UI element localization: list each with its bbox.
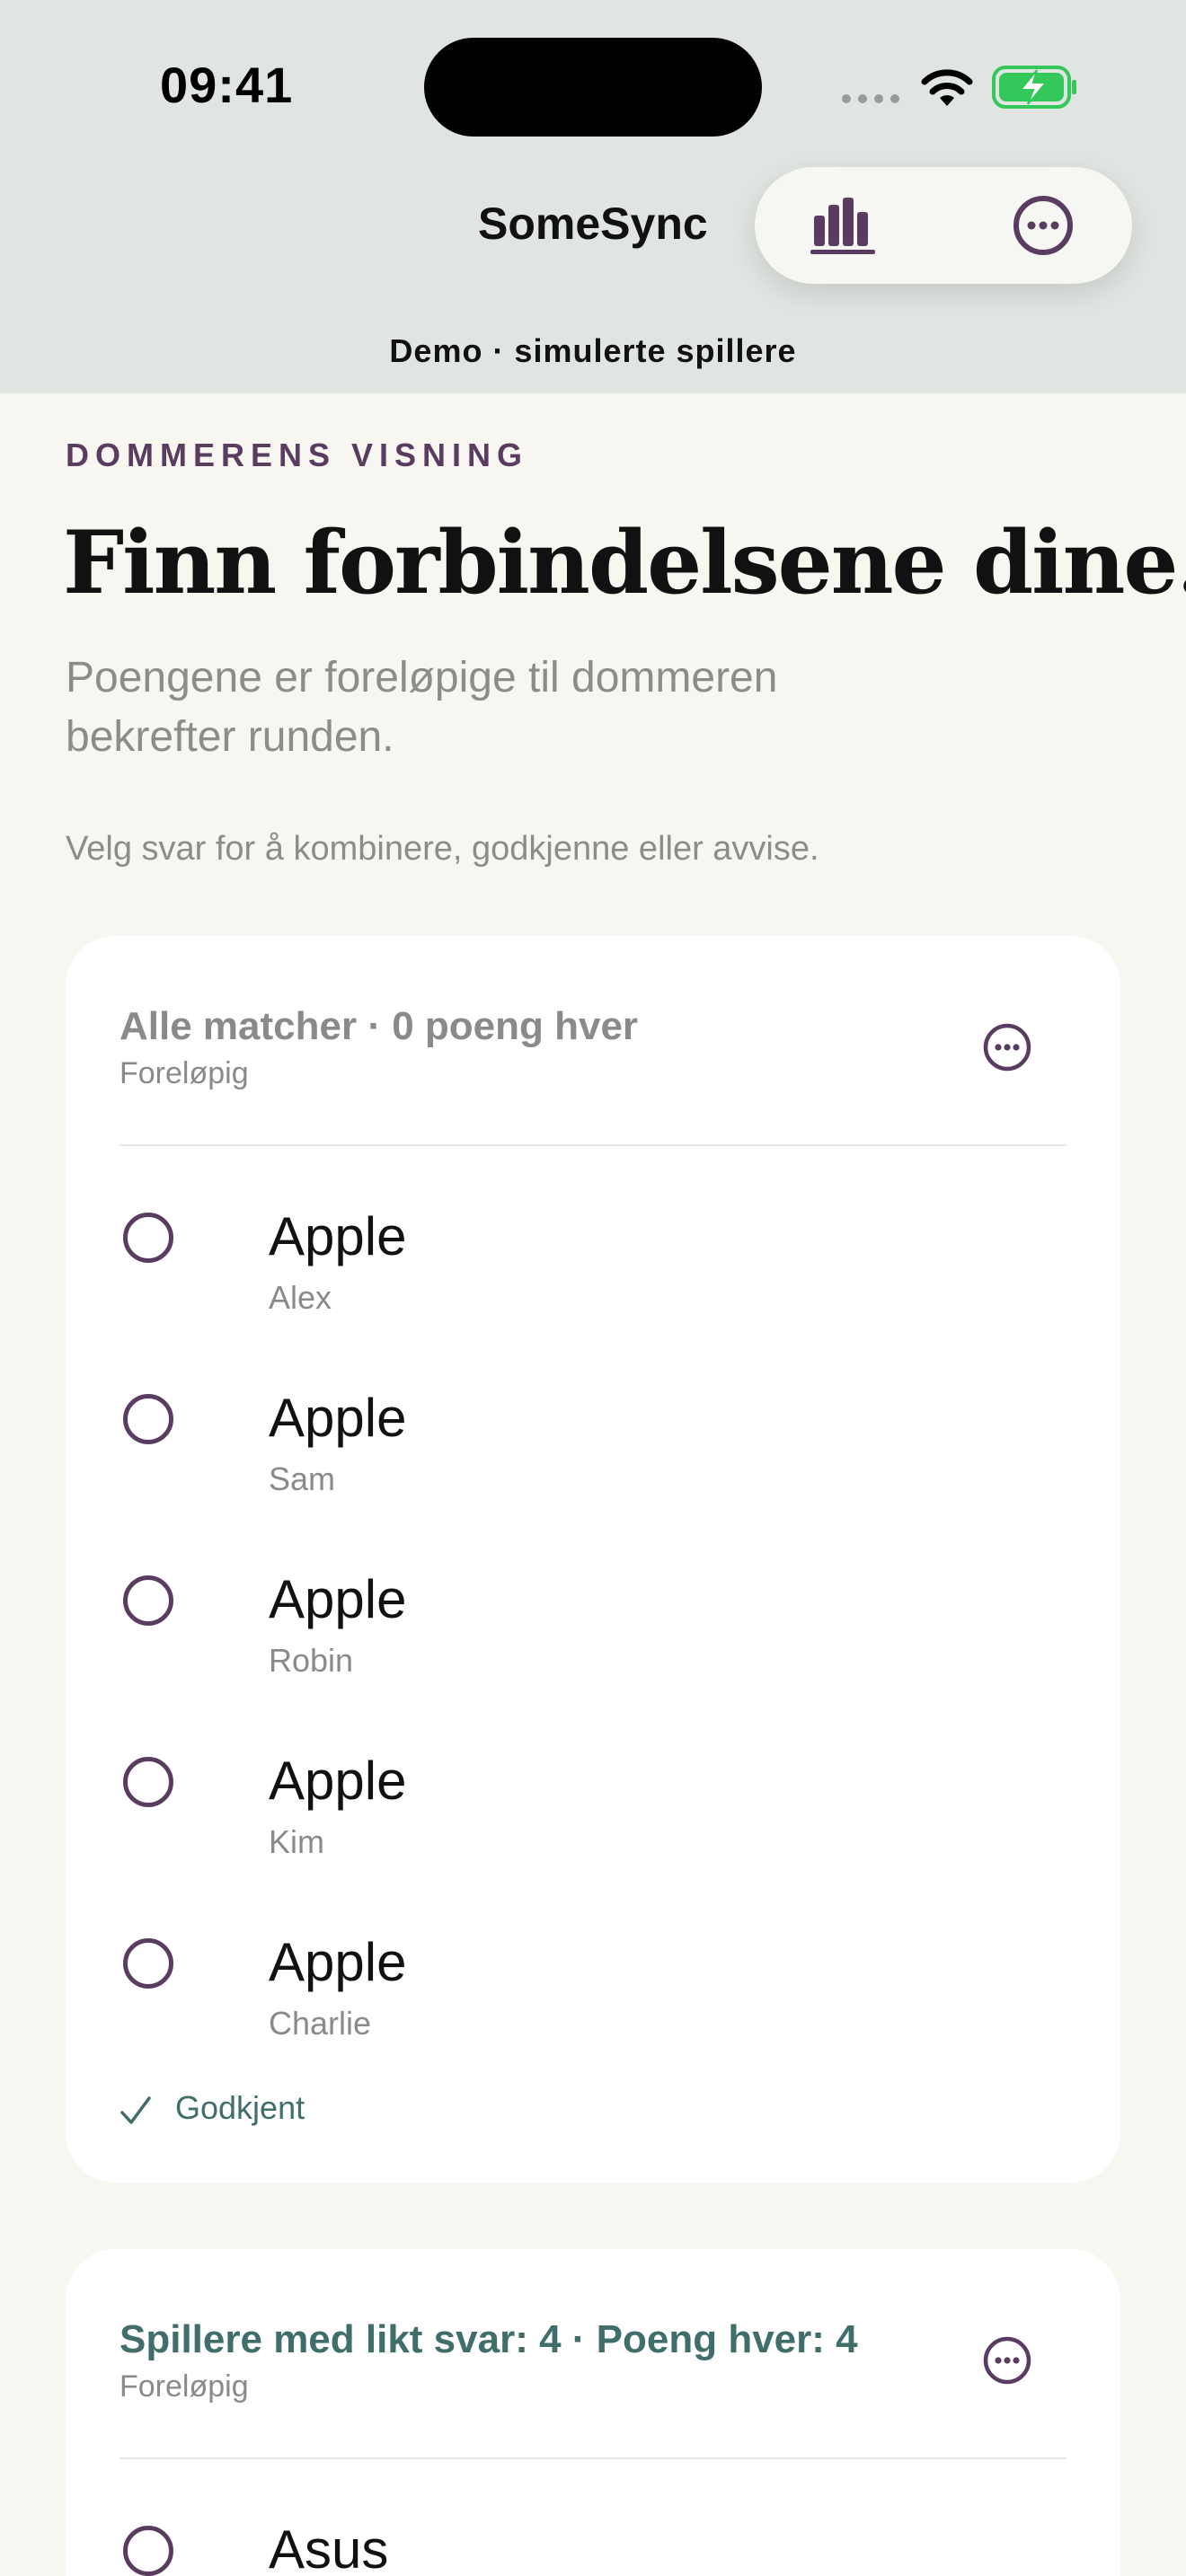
select-radio[interactable]: [123, 2526, 173, 2576]
bar-chart-icon[interactable]: [809, 196, 877, 255]
select-radio[interactable]: [123, 1938, 173, 1989]
wifi-icon: [921, 69, 973, 106]
group-more-icon[interactable]: [982, 1022, 1032, 1072]
checkmark-icon: [120, 2096, 151, 2124]
select-radio[interactable]: [123, 1757, 173, 1807]
group-title: Spillere med likt svar: 4 · Poeng hver: …: [119, 2317, 858, 2361]
page-title: Finn forbindelsene dine.: [63, 512, 1186, 613]
select-radio[interactable]: [123, 1394, 173, 1444]
answer-row[interactable]: Apple Sam: [119, 1387, 928, 1539]
answer-text: Apple: [269, 1751, 407, 1811]
answer-row[interactable]: Apple Robin: [119, 1568, 928, 1721]
demo-banner: Demo · simulerte spillere: [389, 332, 797, 369]
select-radio[interactable]: [123, 1575, 173, 1626]
answer-text: Apple: [269, 1569, 407, 1629]
answer-player: Charlie: [269, 2005, 372, 2042]
group-status: Foreløpig: [119, 2369, 249, 2404]
app-title: SomeSync: [478, 198, 708, 249]
answer-player: Alex: [269, 1279, 332, 1316]
answer-text: Apple: [269, 1932, 407, 1992]
answer-player: Sam: [269, 1460, 336, 1497]
answer-row[interactable]: Asus: [119, 2519, 928, 2576]
approved-label: Godkjent: [175, 2089, 305, 2126]
answer-row[interactable]: Apple Kim: [119, 1750, 928, 1902]
instruction-text: Velg svar for å kombinere, godkjenne ell…: [66, 830, 819, 868]
card-divider: [119, 2457, 1067, 2459]
select-radio[interactable]: [123, 1213, 173, 1263]
app-header: 09:41 SomeSync Demo · simulerte spillere: [0, 0, 1186, 393]
header-actions-pill: [755, 167, 1132, 284]
answer-group-card: Alle matcher · 0 poeng hver Foreløpig Ap…: [66, 936, 1120, 2183]
dynamic-island: [424, 38, 762, 137]
group-status: Foreløpig: [119, 1056, 249, 1090]
page-subtitle: Poengene er foreløpige til dommeren bekr…: [66, 654, 778, 761]
group-more-icon[interactable]: [982, 2335, 1032, 2386]
group-title: Alle matcher · 0 poeng hver: [119, 1004, 639, 1048]
answer-row[interactable]: Apple Alex: [119, 1205, 928, 1358]
answer-player: Kim: [269, 1823, 324, 1860]
card-divider: [119, 1144, 1067, 1146]
section-eyebrow: DOMMERENS VISNING: [66, 437, 529, 473]
answer-row[interactable]: Apple Charlie: [119, 1931, 928, 2084]
signal-dots-icon: [842, 94, 899, 103]
answer-group-card: Spillere med likt svar: 4 · Poeng hver: …: [66, 2249, 1120, 2576]
answer-player: Robin: [269, 1642, 354, 1679]
answer-text: Apple: [269, 1206, 407, 1266]
more-options-icon[interactable]: [1012, 194, 1075, 257]
answer-text: Asus: [269, 2519, 389, 2576]
answer-text: Apple: [269, 1388, 407, 1448]
battery-charging-icon: [992, 66, 1076, 109]
status-time: 09:41: [160, 57, 294, 113]
